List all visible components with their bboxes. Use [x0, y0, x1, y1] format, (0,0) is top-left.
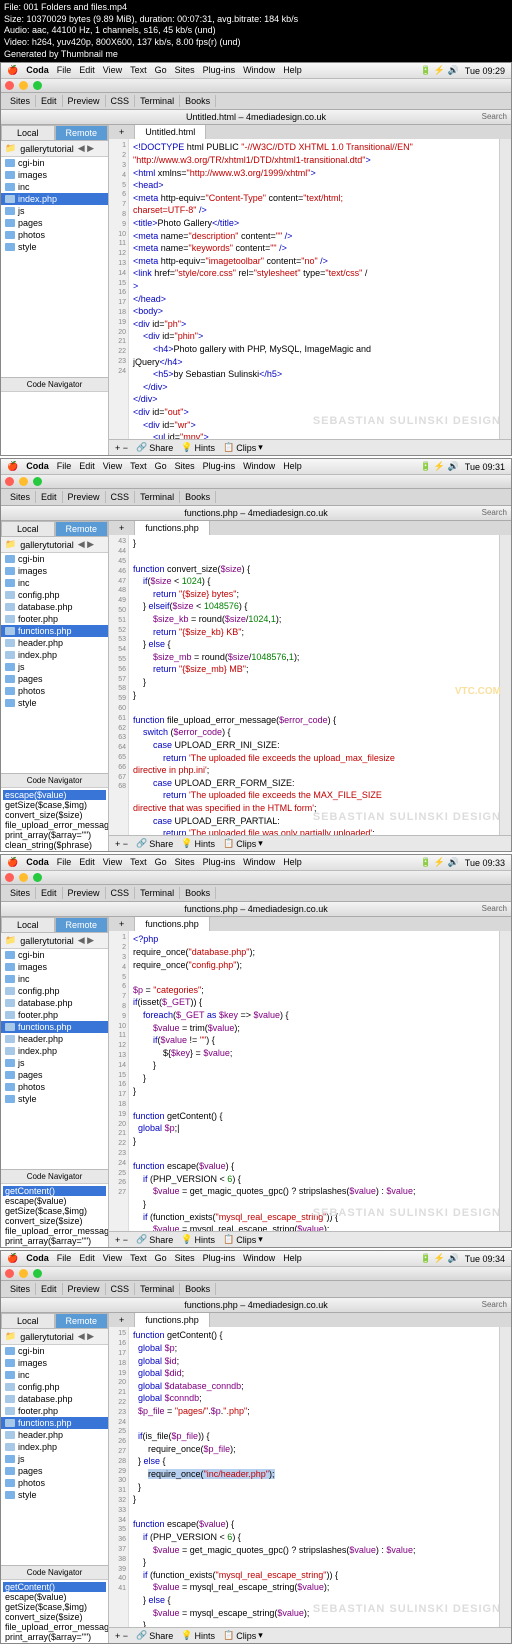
menu-plugins[interactable]: Plug-ins	[203, 65, 236, 76]
list-item[interactable]: style	[1, 241, 108, 253]
editor-pane-2: 🍎CodaFileEditViewTextGoSitesPlug-insWind…	[0, 458, 512, 852]
min-icon[interactable]	[19, 81, 28, 90]
list-item[interactable]: cgi-bin	[1, 157, 108, 169]
menu-go[interactable]: Go	[155, 65, 167, 76]
tab-books[interactable]: Books	[180, 95, 216, 107]
list-item[interactable]: js	[1, 205, 108, 217]
watermark: SEBASTIAN SULINSKI DESIGN	[313, 414, 501, 429]
scrollbar[interactable]	[499, 139, 511, 439]
tab-preview[interactable]: Preview	[63, 95, 106, 107]
mode-tabs: Sites Edit Preview CSS Terminal Books	[1, 93, 511, 110]
file-list: cgi-bin images inc index.php js pages ph…	[1, 157, 108, 377]
menu-edit[interactable]: Edit	[79, 65, 95, 76]
add-tab[interactable]: +	[109, 125, 135, 139]
menubar: 🍎 Coda File Edit View Text Go Sites Plug…	[1, 63, 511, 79]
loc-local[interactable]: Local	[1, 125, 55, 141]
tab-css[interactable]: CSS	[106, 95, 136, 107]
apple-icon[interactable]: 🍎	[7, 65, 18, 76]
editor-pane-4: 🍎CodaFileEditViewTextGoSitesPlug-insWind…	[0, 1250, 512, 1644]
folder-icon: 📁	[5, 143, 16, 154]
close-icon[interactable]	[5, 81, 14, 90]
menu-help[interactable]: Help	[283, 65, 302, 76]
editor-pane-3: 🍎CodaFileEditViewTextGoSitesPlug-insWind…	[0, 854, 512, 1248]
list-item[interactable]: pages	[1, 217, 108, 229]
editor[interactable]: 15 16 17 18 19 20 21 22 23 24 25 26 27 2…	[109, 1327, 511, 1627]
editor[interactable]: 1 2 3 4 5 6 7 8 9 10 11 12 13 14 15 16 1…	[109, 931, 511, 1231]
list-item[interactable]: images	[1, 169, 108, 181]
menu-window[interactable]: Window	[243, 65, 275, 76]
window-controls	[1, 79, 511, 93]
tab-terminal[interactable]: Terminal	[135, 95, 180, 107]
code-navigator-label: Code Navigator	[1, 377, 108, 391]
max-icon[interactable]	[33, 81, 42, 90]
clock: Tue 09:29	[465, 66, 505, 76]
menu-coda[interactable]: Coda	[26, 65, 49, 76]
list-item[interactable]: photos	[1, 229, 108, 241]
video-info-header: File: 001 Folders and files.mp4 Size: 10…	[0, 0, 512, 62]
status-icons: 🔋 ⚡ 🔊	[420, 65, 459, 76]
tab-sites[interactable]: Sites	[5, 95, 36, 107]
menu-sites[interactable]: Sites	[175, 65, 195, 76]
search-input[interactable]: Search	[482, 112, 507, 121]
editor[interactable]: 1 2 3 4 5 6 7 8 9 10 11 12 13 14 15 16 1…	[109, 139, 511, 439]
file-tab[interactable]: Untitled.html	[135, 125, 206, 139]
editor-pane-1: 🍎 Coda File Edit View Text Go Sites Plug…	[0, 62, 512, 456]
list-item[interactable]: inc	[1, 181, 108, 193]
path-bar[interactable]: 📁gallerytutorial◀ ▶	[1, 141, 108, 157]
list-item[interactable]: index.php	[1, 193, 108, 205]
statusbar: + −🔗 Share💡 Hints📋 Clips ▾	[109, 439, 511, 455]
menu-text[interactable]: Text	[130, 65, 147, 76]
sidebar: LocalRemote 📁gallerytutorial◀ ▶ cgi-bin …	[1, 125, 109, 455]
editor[interactable]: 43 44 45 46 47 48 49 50 51 52 53 54 55 5…	[109, 535, 511, 835]
menu-file[interactable]: File	[57, 65, 72, 76]
menu-view[interactable]: View	[103, 65, 122, 76]
tab-edit[interactable]: Edit	[36, 95, 63, 107]
code-navigator	[1, 391, 108, 455]
loc-remote[interactable]: Remote	[55, 125, 109, 141]
window-title: Untitled.html – 4mediadesign.co.ukSearch	[1, 110, 511, 125]
